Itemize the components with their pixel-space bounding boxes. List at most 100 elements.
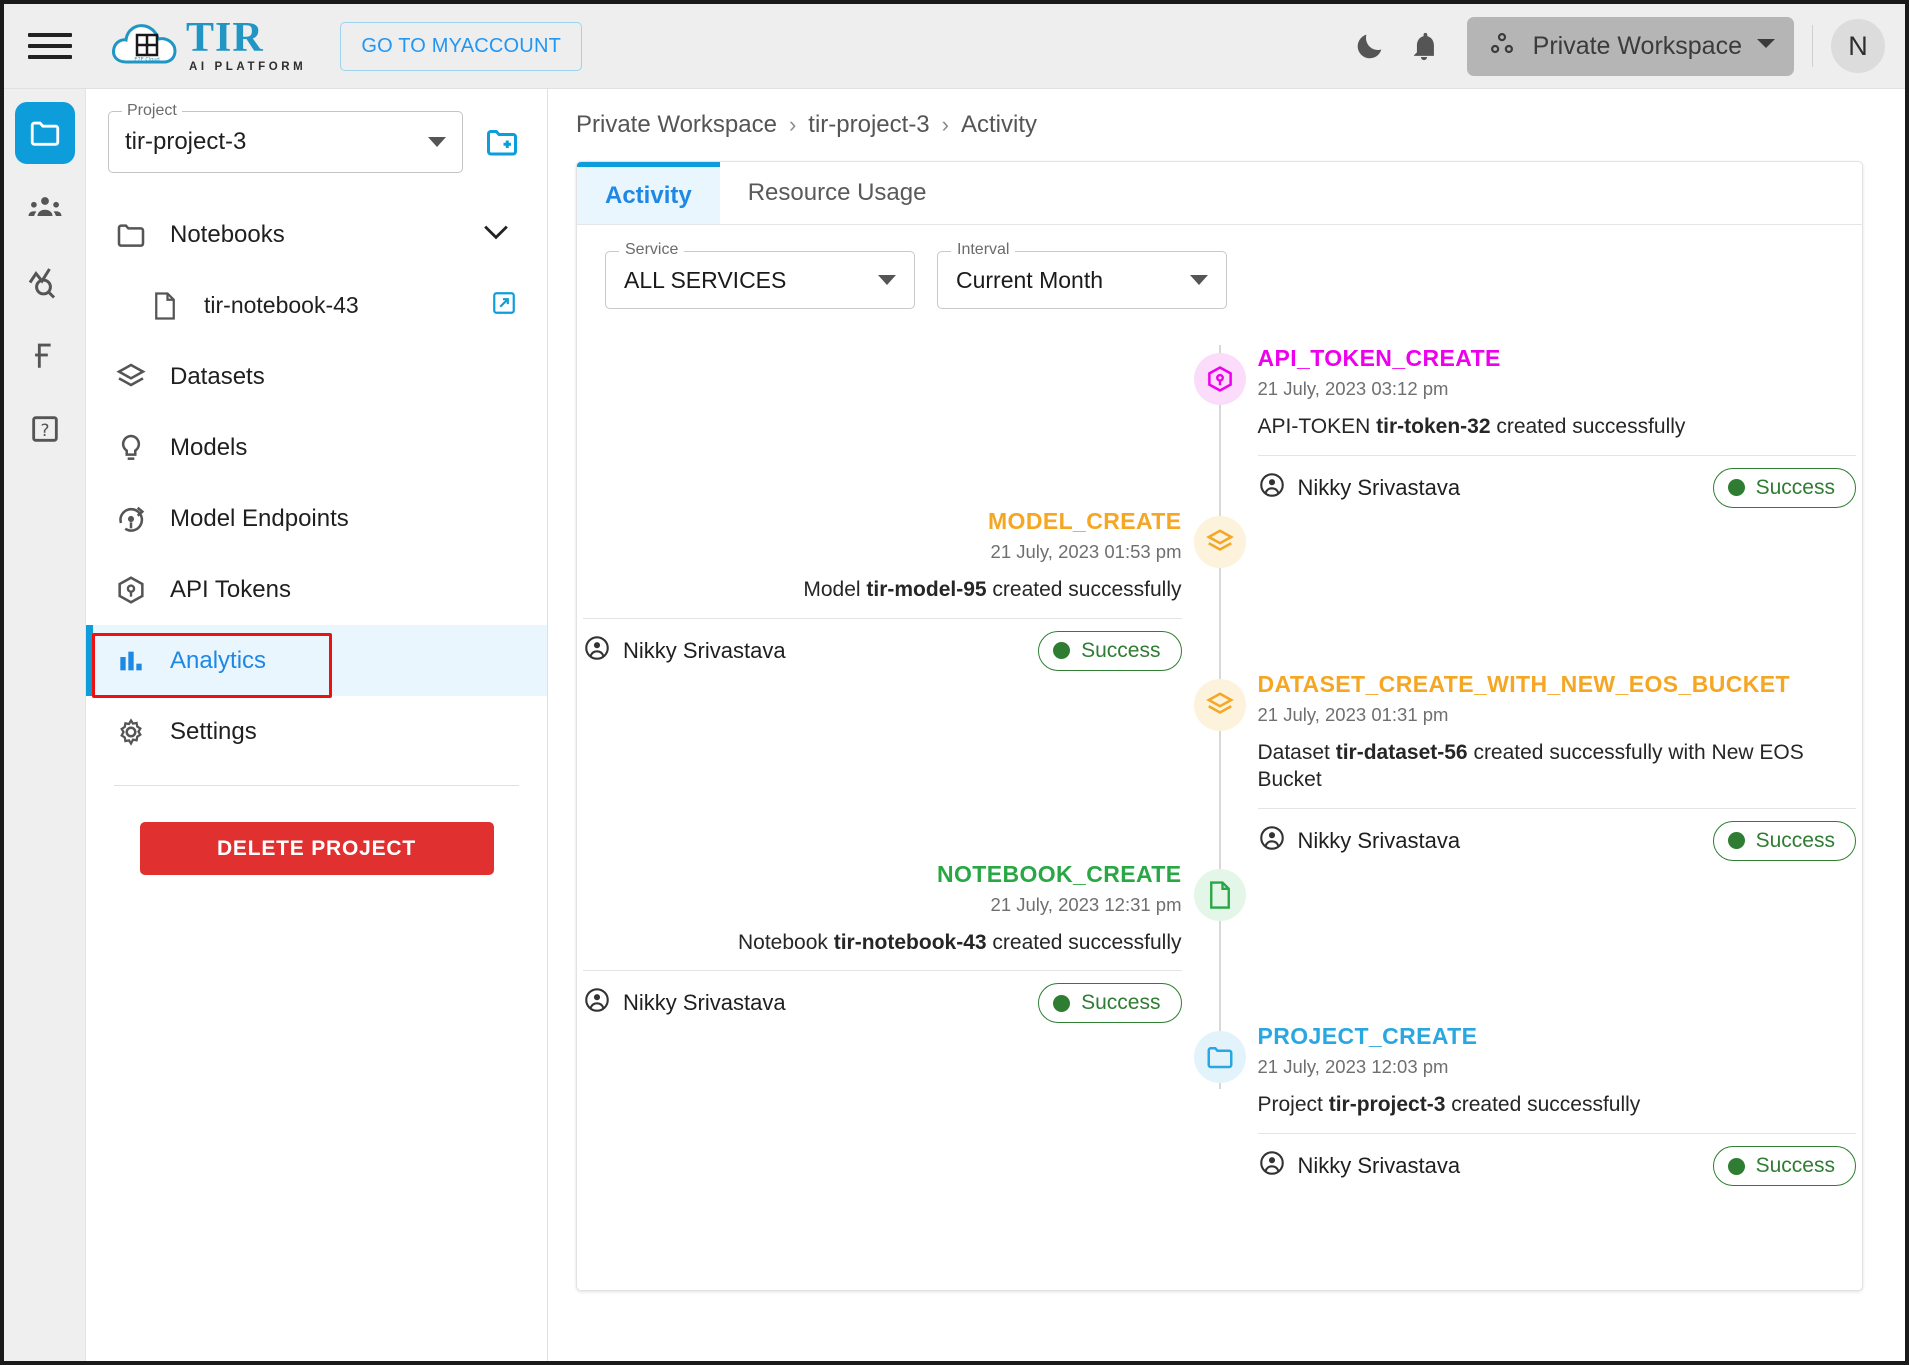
hamburger-icon[interactable] [28,29,72,63]
brand-subtitle: AI PLATFORM [189,61,307,73]
folder-icon [30,121,59,146]
avatar[interactable]: N [1831,19,1885,73]
activity-user-name: Nikky Srivastava [1297,1153,1461,1179]
sidebar-item-model-endpoints[interactable]: Model Endpoints [86,483,547,554]
endpoint-icon [114,502,148,536]
layers-icon [1193,515,1246,568]
status-dot [1727,1157,1745,1175]
divider [114,785,519,786]
breadcrumb: Private Workspace › tir-project-3 › Acti… [576,89,1863,161]
activity-timestamp: 21 July, 2023 01:53 pm [990,540,1182,562]
activity-timestamp: 21 July, 2023 01:31 pm [1257,703,1449,725]
status-dot [1727,832,1745,849]
activity-user: Nikky Srivastava [583,986,786,1020]
help-icon: ? [31,416,58,442]
sidebar-item-settings[interactable]: Settings [86,696,547,767]
activity-type: NOTEBOOK_CREATE [936,860,1182,887]
chevron-down-icon [878,275,896,285]
divider [583,617,1182,619]
activity-footer: Nikky Srivastava Success [1258,820,1856,861]
rail-item-projects[interactable] [14,102,75,164]
status-badge: Success [1712,467,1856,508]
moon-icon[interactable] [1343,19,1397,73]
activity-type: PROJECT_CREATE [1257,1023,1478,1050]
activity-description: Notebook tir-notebook-43 created success… [738,930,1182,954]
sidebar-item-tir-notebook-43[interactable]: tir-notebook-43 [86,270,547,341]
divider [1257,807,1856,809]
activity-user: Nikky Srivastava [1258,471,1460,505]
top-bar-actions: Private Workspace N [1343,16,1905,76]
external-link-icon[interactable] [491,290,517,321]
layers-icon [114,360,148,394]
divider [1257,1133,1856,1135]
sidebar-item-label: Models [170,433,248,461]
activity-entry-content: NOTEBOOK_CREATE 21 July, 2023 12:31 pm N… [577,861,1188,1024]
layers-icon [1193,678,1246,731]
user-icon [583,986,611,1020]
status-badge: Success [1038,630,1182,671]
chevron-down-icon [428,137,446,147]
sidebar-item-label: Analytics [170,646,267,674]
bell-icon[interactable] [1397,19,1451,73]
tab-bar: Activity Resource Usage [577,162,1862,225]
rail-item-billing[interactable] [15,324,75,386]
breadcrumb-item-project[interactable]: tir-project-3 [808,111,929,139]
activity-user: Nikky Srivastava [583,634,786,668]
activity-footer: Nikky Srivastava Success [1258,467,1856,508]
new-folder-icon[interactable] [479,119,525,165]
status-dot [1053,994,1071,1012]
activity-footer: Nikky Srivastava Success [583,630,1182,671]
rail-item-monitoring[interactable] [15,250,75,312]
go-to-myaccount-button[interactable]: GO TO MYACCOUNT [340,21,583,71]
activity-description: Model tir-model-95 created successfully [803,577,1182,601]
activity-footer: Nikky Srivastava Success [1258,1146,1856,1187]
activity-entry: DATASET_CREATE_WITH_NEW_EOS_BUCKET 21 Ju… [577,670,1862,885]
divider [1257,454,1856,456]
sidebar-item-models[interactable]: Models [86,412,547,483]
breadcrumb-separator: › [788,112,797,137]
sidebar-item-api-tokens[interactable]: API Tokens [86,554,547,625]
cube-icon [114,573,148,607]
interval-select[interactable]: Interval Current Month [937,241,1227,309]
chevron-down-icon[interactable] [483,224,509,245]
service-select[interactable]: Service ALL SERVICES [605,241,915,309]
application-window: E2E Cloud TIR AI PLATFORM GO TO MYACCOUN… [0,0,1909,1365]
sidebar-item-notebooks[interactable]: Notebooks [86,199,547,270]
chevron-down-icon [1190,275,1208,285]
status-badge: Success [1712,820,1856,861]
status-label: Success [1081,991,1161,1015]
sidebar-item-analytics[interactable]: Analytics [86,625,547,696]
activity-timestamp: 21 July, 2023 03:12 pm [1257,378,1449,399]
sidebar-item-label: tir-notebook-43 [204,292,359,318]
gear-icon [114,715,148,749]
sidebar-item-label: Datasets [170,362,265,390]
breadcrumb-item-activity: Activity [960,111,1037,138]
status-label: Success [1755,475,1835,499]
file-icon [148,289,182,323]
activity-type: DATASET_CREATE_WITH_NEW_EOS_BUCKET [1257,670,1790,697]
activity-entry: MODEL_CREATE 21 July, 2023 01:53 pm Mode… [577,507,1862,695]
service-select-value: ALL SERVICES [624,266,787,293]
activity-description: Dataset tir-dataset-56 created successfu… [1257,740,1804,791]
project-select-label: Project [122,102,182,120]
activity-user: Nikky Srivastava [1258,824,1460,858]
workspace-icon [1485,29,1519,64]
activity-type: MODEL_CREATE [988,507,1182,534]
filter-bar: Service ALL SERVICES Interval Current Mo… [577,225,1862,327]
activity-entry: API_TOKEN_CREATE 21 July, 2023 03:12 pm … [577,345,1862,532]
workspace-selector[interactable]: Private Workspace [1466,16,1794,76]
status-label: Success [1755,1154,1835,1178]
status-badge: Success [1038,983,1182,1024]
delete-project-button[interactable]: DELETE PROJECT [139,822,494,875]
breadcrumb-item-workspace[interactable]: Private Workspace [576,111,777,139]
user-icon [583,634,611,668]
user-icon [1258,824,1286,858]
project-select[interactable]: Project tir-project-3 [108,102,463,173]
tab-activity[interactable]: Activity [577,162,720,224]
user-icon [1258,471,1286,505]
tab-resource-usage[interactable]: Resource Usage [720,162,955,224]
rail-item-help[interactable]: ? [15,398,75,460]
sidebar-item-datasets[interactable]: Datasets [86,341,547,412]
rail-item-team[interactable] [15,176,75,238]
activity-type: API_TOKEN_CREATE [1257,345,1501,371]
